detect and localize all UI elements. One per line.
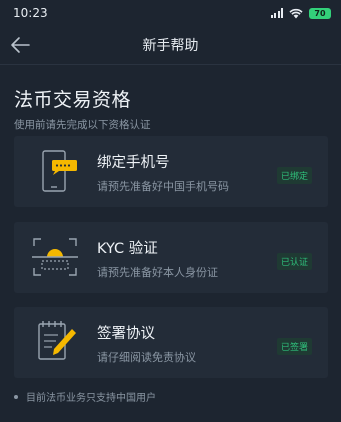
section-subtitle: 使用前请先完成以下资格认证: [14, 119, 151, 131]
card-bind-phone[interactable]: 绑定手机号 请预先准备好中国手机号码 已绑定: [14, 136, 328, 207]
card-description: 请仔细阅读免责协议: [97, 351, 196, 364]
card-description: 请预先准备好本人身份证: [97, 266, 218, 279]
page-title: 新手帮助: [142, 38, 199, 54]
agreement-icon: [38, 321, 76, 360]
status-time: 10:23: [13, 6, 48, 20]
wifi-icon: [289, 8, 303, 18]
signal-icon: [270, 8, 283, 18]
card-description: 请预先准备好中国手机号码: [97, 180, 229, 193]
section-title: 法币交易资格: [14, 89, 132, 111]
status-badge: 已签署: [276, 338, 312, 355]
back-arrow-icon[interactable]: [9, 34, 31, 56]
battery-icon: 70: [309, 7, 331, 19]
card-title: 签署协议: [97, 326, 155, 342]
status-bar: 10:23 70: [0, 0, 341, 26]
footnote: 目前法币业务只支持中国用户: [14, 389, 156, 404]
nav-divider: [0, 64, 341, 65]
footnote-text: 目前法币业务只支持中国用户: [26, 393, 156, 404]
card-kyc[interactable]: KYC 验证 请预先准备好本人身份证 已认证: [14, 222, 328, 293]
card-title: 绑定手机号: [97, 155, 170, 171]
nav-bar: 新手帮助: [0, 26, 341, 64]
card-title: KYC 验证: [97, 241, 158, 257]
card-agreement[interactable]: 签署协议 请仔细阅读免责协议 已签署: [14, 307, 328, 378]
status-badge: 已认证: [276, 253, 312, 270]
bullet-icon: [14, 394, 18, 399]
status-icons: 70: [270, 7, 331, 19]
status-badge: 已绑定: [276, 167, 312, 184]
phone-icon: [42, 150, 77, 192]
id-scan-icon: [32, 238, 78, 276]
